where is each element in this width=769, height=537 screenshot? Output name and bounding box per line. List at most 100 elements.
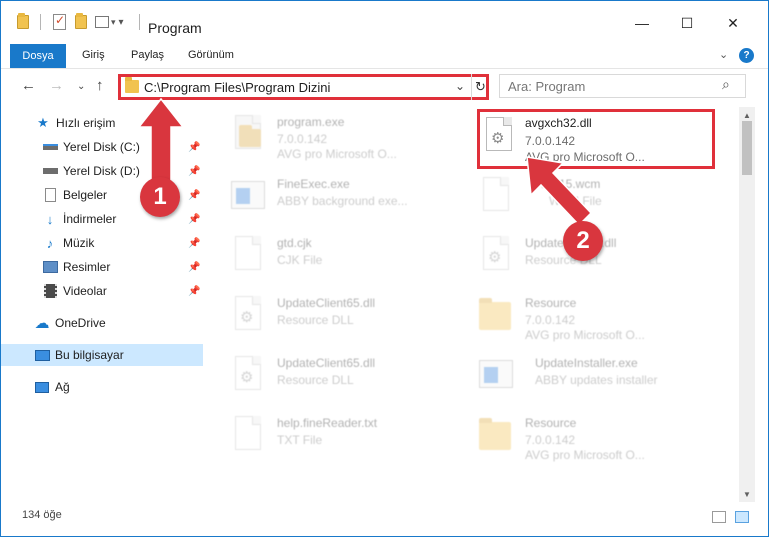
new-folder-icon[interactable] xyxy=(75,13,87,31)
pin-icon[interactable]: 📌 xyxy=(188,214,200,225)
exe-icon xyxy=(479,356,513,400)
computer-icon xyxy=(34,348,50,362)
window-title: Program xyxy=(148,20,202,36)
forward-arrow-icon[interactable]: → xyxy=(49,77,64,94)
pictures-icon xyxy=(42,260,58,274)
close-button[interactable]: ✕ xyxy=(718,11,748,35)
gear-icon: ⚙ xyxy=(491,130,505,147)
maximize-button[interactable]: ☐ xyxy=(672,11,702,35)
gear-icon: ⚙ xyxy=(488,249,502,266)
file-item[interactable]: Resource 7.0.0.142 AVG pro Microsoft O..… xyxy=(479,410,719,466)
ribbon-tabs: Dosya Giriş Paylaş Görünüm ⌄ ? xyxy=(1,44,768,68)
file-item[interactable]: UpdateInstaller.exe ABBY updates install… xyxy=(479,350,719,406)
address-dropdown-chevron-icon[interactable]: ⌄ xyxy=(455,79,465,93)
nav-item-network[interactable]: Ağ xyxy=(1,376,203,398)
file-name: Resource xyxy=(525,296,577,310)
large-icons-view-icon[interactable] xyxy=(735,511,749,523)
refresh-icon[interactable]: ↻ xyxy=(471,74,489,100)
title-folder-icon xyxy=(17,13,29,31)
nav-label: Resimler xyxy=(63,260,111,274)
nav-label: Müzik xyxy=(63,236,95,250)
details-view-icon[interactable] xyxy=(712,511,726,523)
minimize-button[interactable]: — xyxy=(627,11,657,35)
status-bar: 134 öğe xyxy=(1,503,768,527)
tab-view[interactable]: Görünüm xyxy=(188,49,234,61)
star-icon: ★ xyxy=(37,115,49,130)
search-box[interactable]: ⌕ xyxy=(499,74,746,98)
folder-icon xyxy=(479,416,513,460)
item-count: 134 öğe xyxy=(22,509,62,521)
file-detail: AVG pro Microsoft O... xyxy=(525,328,645,342)
file-item[interactable]: ⚙ UpdateClient65.dll Resource DLL xyxy=(231,290,471,346)
dll-icon: ⚙ xyxy=(231,356,265,400)
recent-locations-chevron-icon[interactable]: ⌄ xyxy=(77,81,85,92)
scrollbar-thumb[interactable] xyxy=(742,121,752,175)
nav-item-onedrive[interactable]: ☁ OneDrive xyxy=(1,312,203,334)
document-icon xyxy=(231,416,265,460)
dll-icon: ⚙ xyxy=(479,236,513,280)
customize-toolbar-icon[interactable]: ▾ ▾ xyxy=(95,13,124,31)
folder-icon xyxy=(479,296,513,340)
nav-item-videos[interactable]: Videolar 📌 xyxy=(1,280,203,302)
file-detail: AVG pro Microsoft O... xyxy=(277,147,397,161)
file-name: UpdateClient65.dll xyxy=(277,356,376,370)
nav-label: Hızlı erişim xyxy=(56,116,116,130)
file-detail: Resource DLL xyxy=(277,373,354,387)
nav-item-music[interactable]: ♪ Müzik 📌 xyxy=(1,232,203,254)
dll-icon: ⚙ xyxy=(482,117,516,161)
expand-ribbon-chevron-icon[interactable]: ⌄ xyxy=(719,48,728,61)
file-item[interactable]: gtd.cjk CJK File xyxy=(231,230,471,286)
file-detail: 7.0.0.142 xyxy=(525,433,576,447)
nav-label: Ağ xyxy=(55,380,70,394)
search-icon[interactable]: ⌕ xyxy=(722,76,730,93)
file-detail: CJK File xyxy=(277,253,323,267)
file-name: help.fineReader.txt xyxy=(277,416,378,430)
nav-item-this-pc[interactable]: Bu bilgisayar xyxy=(1,344,203,366)
file-list: program.exe 7.0.0.142 AVG pro Microsoft … xyxy=(204,107,739,502)
file-item[interactable]: program.exe 7.0.0.142 AVG pro Microsoft … xyxy=(231,109,471,165)
file-name: UpdateInstaller.exe xyxy=(535,356,638,370)
up-arrow-icon[interactable]: ↑ xyxy=(96,77,104,94)
nav-label: Bu bilgisayar xyxy=(55,348,124,362)
document-icon xyxy=(231,236,265,280)
pin-icon[interactable]: 📌 xyxy=(188,286,200,297)
network-icon xyxy=(34,380,50,394)
file-item[interactable]: Resource 7.0.0.142 AVG pro Microsoft O..… xyxy=(479,290,719,346)
search-input[interactable] xyxy=(508,78,708,94)
address-folder-icon xyxy=(125,77,139,95)
file-item[interactable]: ⚙ UpdateClient65.dll Resource DLL xyxy=(231,350,471,406)
scroll-down-icon[interactable]: ▼ xyxy=(739,486,755,502)
file-detail: AVG pro Microsoft O... xyxy=(525,448,645,462)
file-item[interactable]: help.fineReader.txt TXT File xyxy=(231,410,471,466)
nav-label: Belgeler xyxy=(63,188,108,202)
separator xyxy=(40,13,41,31)
file-detail: 7.0.0.142 xyxy=(277,132,328,146)
file-item[interactable]: FineExec.exe ABBY background exe... xyxy=(231,171,471,227)
properties-icon[interactable] xyxy=(53,13,66,31)
nav-label: Yerel Disk (C:) xyxy=(63,140,140,154)
exe-icon xyxy=(231,177,265,221)
drive-icon xyxy=(42,140,58,154)
file-name: avgxch32.dll xyxy=(525,116,592,130)
tab-file[interactable]: Dosya xyxy=(10,44,66,68)
nav-label: İndirmeler xyxy=(63,212,117,226)
document-icon xyxy=(479,177,513,221)
file-detail: 7.0.0.142 xyxy=(525,313,576,327)
tab-home[interactable]: Giriş xyxy=(82,49,105,61)
vertical-scrollbar[interactable]: ▲ ▼ xyxy=(739,107,755,502)
file-detail: ABBY updates installer xyxy=(535,373,658,387)
pin-icon[interactable]: 📌 xyxy=(188,238,200,249)
step-badge-1: 1 xyxy=(140,177,180,217)
gear-icon: ⚙ xyxy=(240,309,254,326)
nav-item-pictures[interactable]: Resimler 📌 xyxy=(1,256,203,278)
gear-icon: ⚙ xyxy=(240,369,254,386)
tab-share[interactable]: Paylaş xyxy=(131,49,164,61)
address-path[interactable]: C:\Program Files\Program Dizini xyxy=(144,80,330,95)
help-icon[interactable]: ? xyxy=(739,48,754,63)
documents-icon xyxy=(42,188,58,202)
navigation-bar: ← → ⌄ ↑ C:\Program Files\Program Dizini … xyxy=(1,68,768,106)
pin-icon[interactable]: 📌 xyxy=(188,262,200,273)
title-bar: ▾ ▾ Program — ☐ ✕ xyxy=(1,1,768,41)
back-arrow-icon[interactable]: ← xyxy=(21,77,36,94)
file-name: UpdateClient65.dll xyxy=(277,296,376,310)
